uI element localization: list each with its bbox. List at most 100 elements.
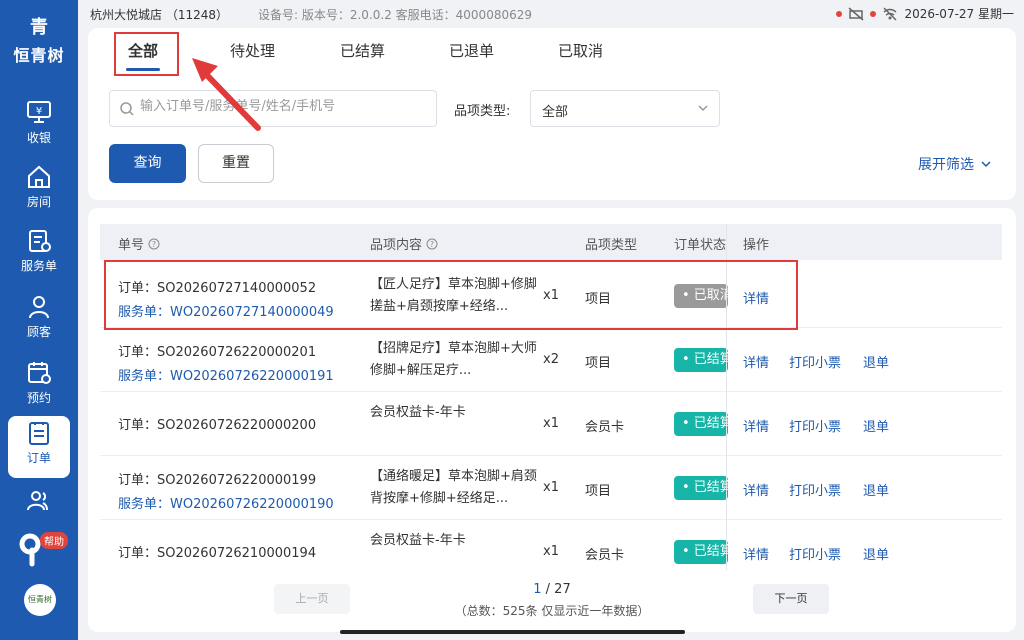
service-number-link[interactable]: 服务单：WO20260726220000191 (118, 365, 334, 384)
page-indicator: 1 / 27 (452, 582, 652, 597)
nav-label: 服务单 (20, 259, 57, 273)
nav-label: 预约 (26, 391, 51, 405)
refund-link[interactable]: 退单 (863, 544, 889, 563)
detail-link[interactable]: 详情 (743, 352, 769, 371)
item-content: 会员权益卡-年卡 (370, 405, 466, 420)
item-type: 会员卡 (585, 420, 625, 435)
status-badge: • 已结算 (674, 412, 728, 436)
print-receipt-link[interactable]: 打印小票 (789, 352, 841, 371)
nav-item-staff[interactable] (0, 484, 78, 520)
order-table-card: 单号 ? 品项内容 ? 品项类型 订单状态 操作 订单：SO2026072714… (88, 208, 1016, 632)
nav-item-customer[interactable]: 顾客 (0, 290, 78, 352)
pagination: 上一页 1 / 27 （总数：525条 仅显示近一年数据） 下一页 (88, 570, 1016, 632)
print-receipt-link[interactable]: 打印小票 (789, 416, 841, 435)
prev-page-button[interactable]: 上一页 (274, 584, 350, 614)
nav-item-cashier[interactable]: ¥ 收银 (0, 96, 78, 158)
order-number: 订单：SO20260726220000200 (118, 418, 317, 433)
brand-name: 恒青树 (13, 46, 65, 65)
type-filter-label: 品项类型: (454, 104, 511, 119)
order-number: 订单：SO20260726220000201 (118, 345, 317, 360)
nav-item-order[interactable]: 订单 (8, 416, 70, 478)
next-page-button[interactable]: 下一页 (753, 584, 829, 614)
item-type: 会员卡 (585, 548, 625, 563)
alert-dot-icon (870, 10, 877, 17)
detail-link[interactable]: 详情 (743, 480, 769, 499)
info-icon: ? (426, 238, 438, 249)
table-row: 订单：SO20260726220000200 会员权益卡-年卡 x1 会员卡 •… (100, 392, 1002, 456)
service-order-icon (29, 230, 51, 252)
search-icon (120, 102, 134, 116)
refund-link[interactable]: 退单 (863, 416, 889, 435)
users-icon (27, 491, 48, 511)
total-summary: （总数：525条 仅显示近一年数据） (454, 604, 650, 618)
store-name: 杭州大悦城店 （11248） (90, 8, 228, 22)
device-info: 设备号: 版本号：2.0.0.2 客服电话：4000080629 (258, 8, 533, 22)
item-type: 项目 (585, 356, 612, 371)
service-number-link[interactable]: 服务单：WO20260726220000190 (118, 493, 334, 512)
highlight-box (104, 260, 798, 330)
home-indicator[interactable] (340, 630, 685, 634)
order-number: 订单：SO20260726220000199 (118, 473, 317, 488)
expand-filter-button[interactable]: 展开筛选 (918, 154, 992, 174)
alert-dot-icon (836, 10, 843, 17)
nav-item-appointment[interactable]: 预约 (0, 356, 78, 418)
header-status: 订单状态 (674, 238, 727, 253)
refund-link[interactable]: 退单 (863, 352, 889, 371)
chevron-down-icon (698, 105, 708, 112)
item-type: 项目 (585, 484, 612, 499)
nav-item-room[interactable]: 房间 (0, 160, 78, 222)
datetime: 2026-07-27 星期一 (904, 7, 1014, 21)
highlight-box (114, 32, 179, 76)
tab-refunded[interactable]: 已退单 (449, 40, 494, 61)
svg-text:?: ? (152, 240, 156, 249)
item-content: 【通络暖足】草本泡脚+肩颈背按摩+修脚+经络足... (370, 469, 537, 506)
sidebar: 青 恒青树 ¥ 收银 房间 服务单 顾客 预约 订单 帮助 恒青树 (0, 0, 78, 640)
brand: 青 恒青树 (0, 16, 78, 66)
print-receipt-link[interactable]: 打印小票 (789, 544, 841, 563)
mini-logo: 恒青树 (24, 584, 56, 616)
item-qty: x2 (543, 352, 559, 367)
tab-settled[interactable]: 已结算 (340, 40, 385, 61)
nav-label: 顾客 (26, 325, 51, 339)
nav-item-service-order[interactable]: 服务单 (0, 224, 78, 286)
tab-cancelled[interactable]: 已取消 (558, 40, 603, 61)
header-actions: 操作 (743, 238, 770, 253)
status-bar: 杭州大悦城店 （11248） 设备号: 版本号：2.0.0.2 客服电话：400… (78, 0, 1024, 28)
item-qty: x1 (543, 544, 559, 559)
status-badge: • 已结算 (674, 348, 728, 372)
refund-link[interactable]: 退单 (863, 480, 889, 499)
status-badge: • 已结算 (674, 540, 728, 564)
type-filter-select[interactable]: 全部 (530, 90, 720, 127)
cashier-icon: ¥ (27, 101, 51, 123)
annotation-arrow (192, 58, 261, 131)
item-content: 【招牌足疗】草本泡脚+大师修脚+解压足疗... (370, 341, 537, 378)
current-page: 1 (533, 582, 542, 597)
table-row: 订单：SO20260726220000199 服务单：WO20260726220… (100, 456, 1002, 520)
item-qty: x1 (543, 416, 559, 431)
detail-link[interactable]: 详情 (743, 416, 769, 435)
order-number: 订单：SO20260726210000194 (118, 546, 317, 561)
table-header: 单号 ? 品项内容 ? 品项类型 订单状态 操作 (100, 224, 1002, 260)
reset-button[interactable]: 重置 (198, 144, 274, 183)
brand-logo: 青 (30, 17, 48, 38)
expand-filter-label: 展开筛选 (918, 157, 974, 173)
status-badge: • 已结算 (674, 476, 728, 500)
order-icon (29, 422, 49, 445)
printer-off-icon (848, 6, 864, 21)
help-badge: 帮助 (40, 532, 68, 549)
header-content: 品项内容 ? (370, 234, 438, 253)
detail-link[interactable]: 详情 (743, 544, 769, 563)
item-qty: x1 (543, 480, 559, 495)
status-icons: 2026-07-27 星期一 (836, 5, 1014, 22)
calendar-icon (28, 362, 51, 384)
svg-text:?: ? (430, 240, 434, 249)
print-receipt-link[interactable]: 打印小票 (789, 480, 841, 499)
nav-label: 收银 (26, 131, 51, 145)
info-icon: ? (148, 238, 160, 249)
home-icon (28, 165, 50, 188)
search-field[interactable] (109, 90, 437, 127)
item-content: 会员权益卡-年卡 (370, 533, 466, 548)
table-row: 订单：SO20260726220000201 服务单：WO20260726220… (100, 328, 1002, 392)
query-button[interactable]: 查询 (109, 144, 186, 183)
header-order-no: 单号 ? (118, 234, 160, 253)
